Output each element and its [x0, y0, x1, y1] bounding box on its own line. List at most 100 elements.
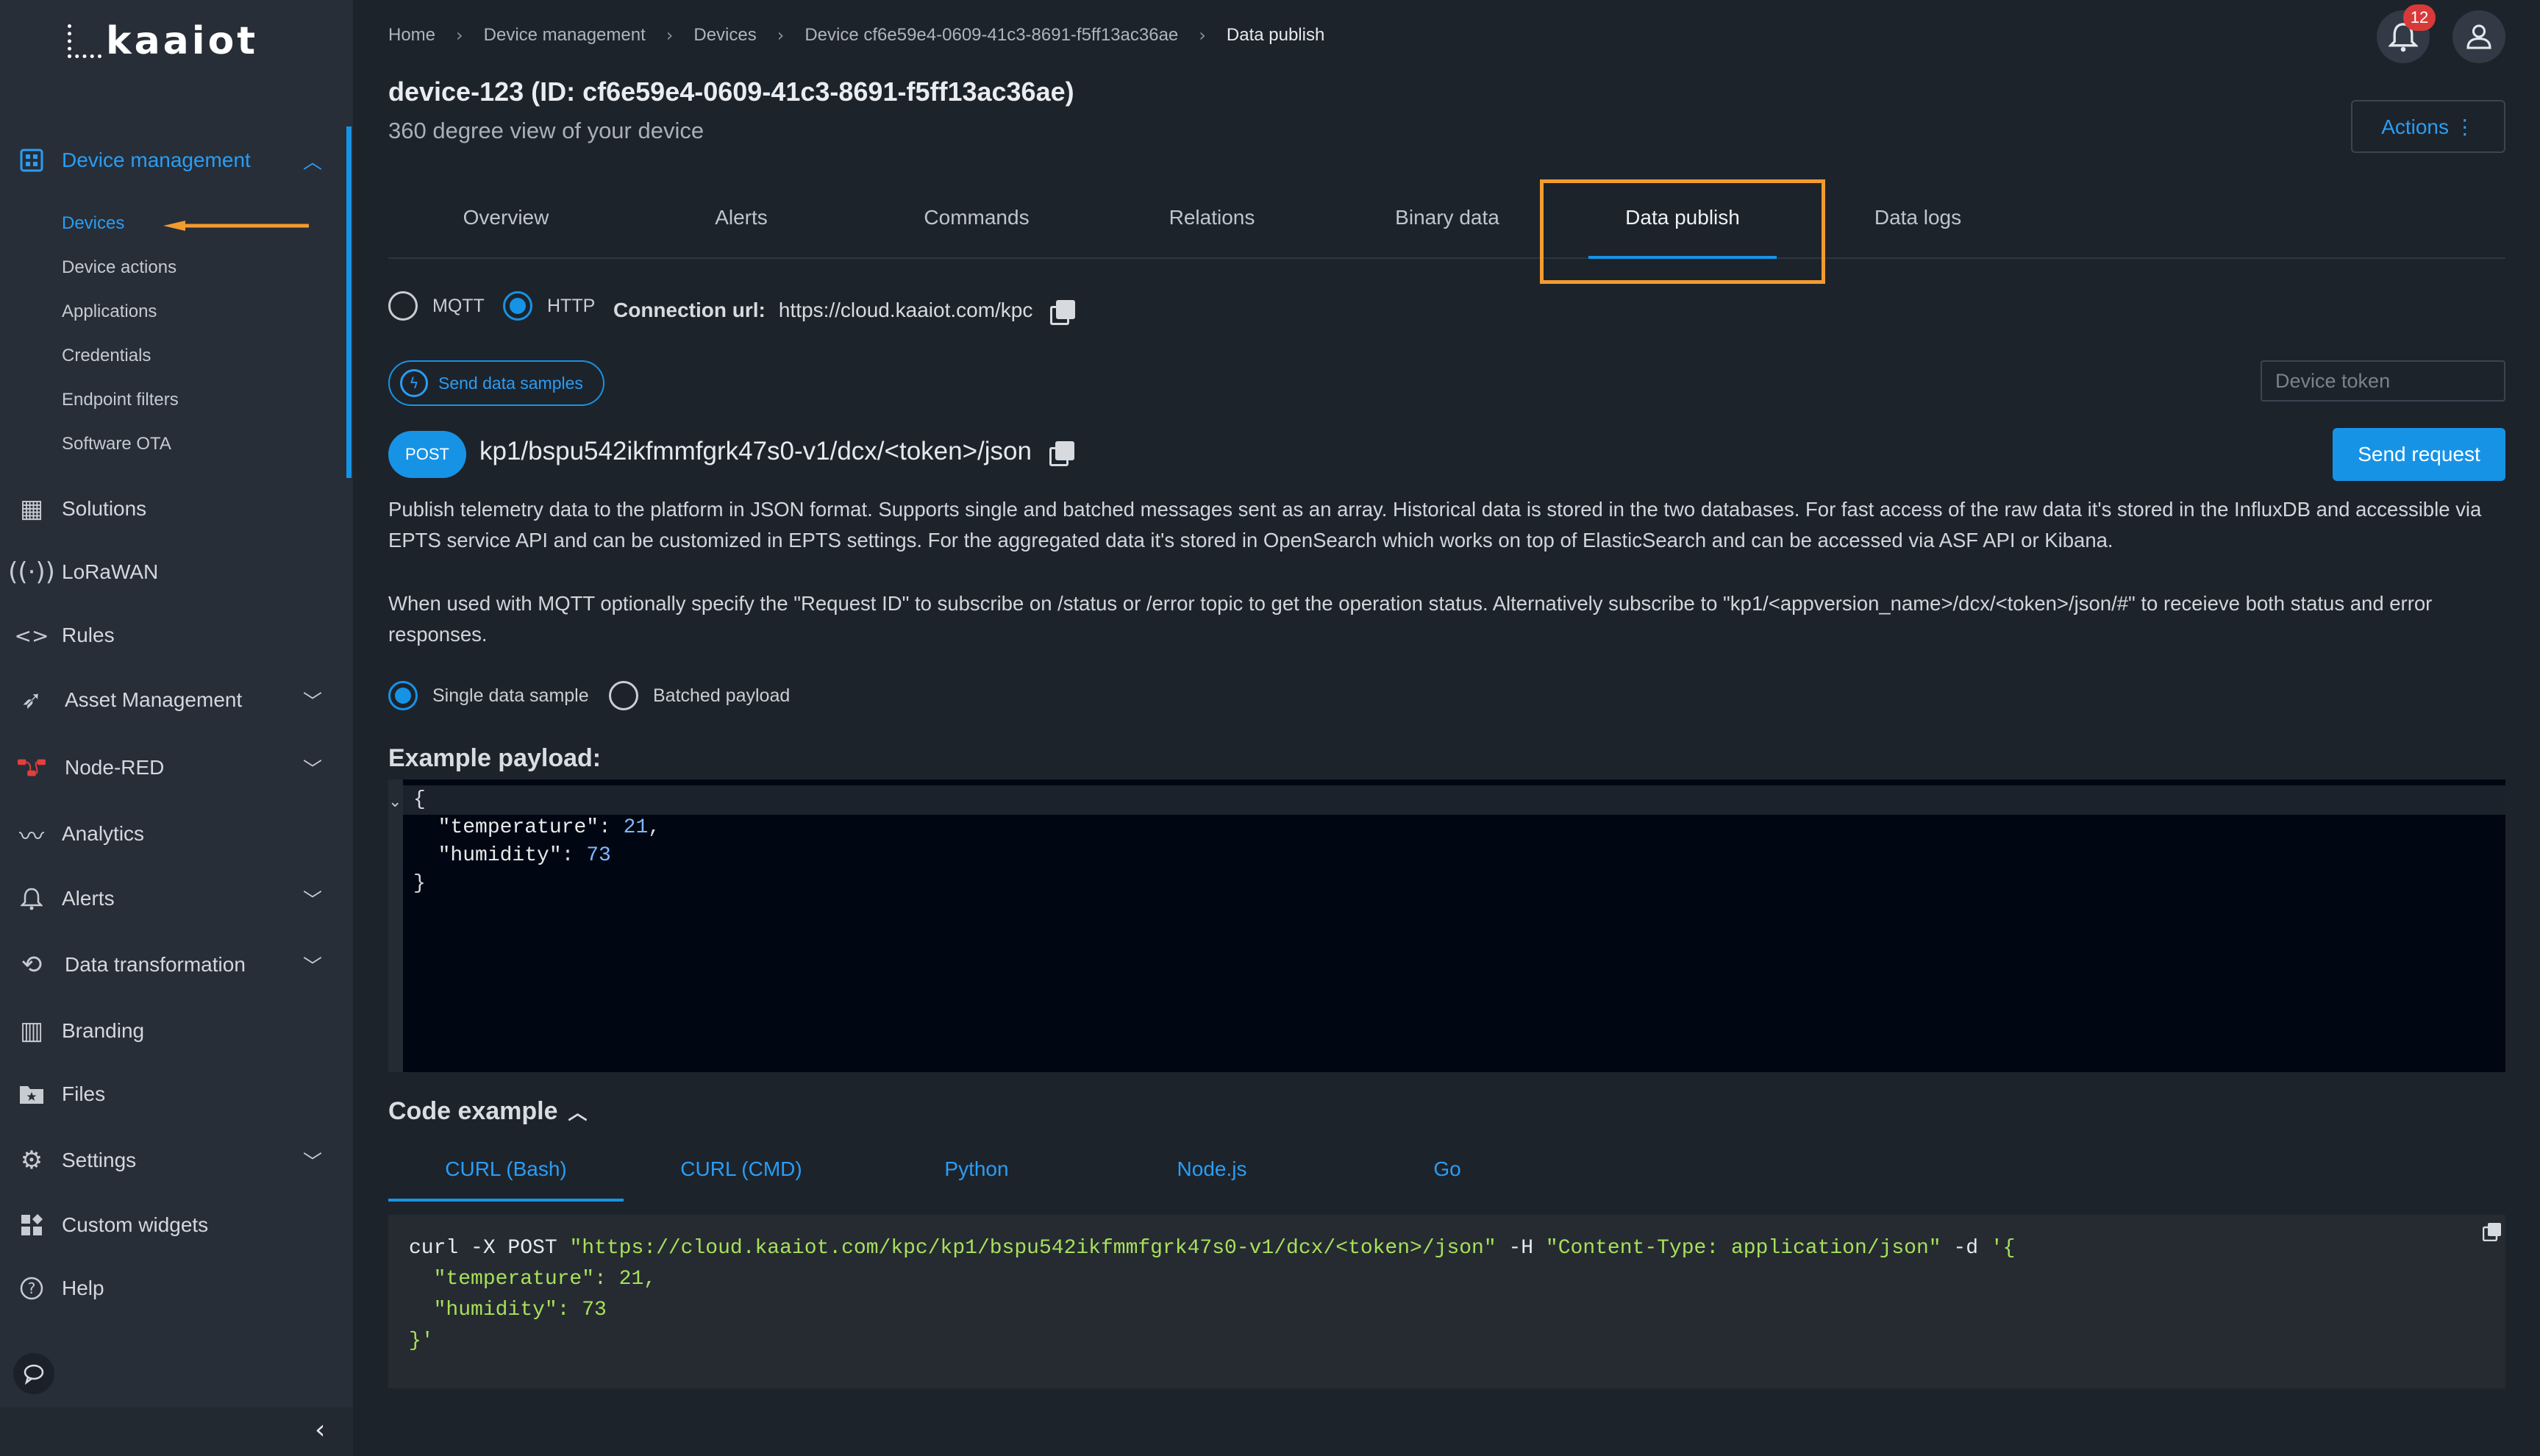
sidebar-item-analytics[interactable]: 〰 Analytics — [0, 804, 353, 863]
radio-http[interactable]: HTTP — [503, 291, 595, 321]
chevron-up-icon[interactable]: ︿ — [303, 147, 322, 174]
sidebar-item-data-transformation[interactable]: ⟲ Data transformation ﹀ — [0, 935, 353, 994]
code-line: "humidity": 73 — [409, 1299, 607, 1321]
chevron-down-icon[interactable]: ﹀ — [303, 687, 322, 714]
tab-commands[interactable]: Commands — [859, 176, 1094, 259]
mqtt-note-text: When used with MQTT optionally specify t… — [388, 592, 2433, 646]
tab-alerts[interactable]: Alerts — [624, 176, 859, 259]
editor-line: "humidity": 73 — [438, 844, 611, 867]
tab-overview[interactable]: Overview — [388, 176, 624, 259]
editor-line: { — [413, 788, 426, 811]
editor-gutter — [388, 779, 403, 1072]
grid-icon: ▦ — [19, 494, 44, 524]
breadcrumb: Home › Device management › Devices › Dev… — [388, 25, 1324, 46]
description-text: Publish telemetry data to the platform i… — [388, 498, 2482, 552]
code-tab-curl-bash[interactable]: CURL (Bash) — [388, 1137, 624, 1202]
tab-binary-data[interactable]: Binary data — [1330, 176, 1565, 259]
page-subtitle: 360 degree view of your device — [388, 118, 704, 143]
sidebar-item-alerts[interactable]: Alerts ﹀ — [0, 869, 353, 928]
sidebar-item-lorawan[interactable]: ((·)) LoRaWAN — [0, 543, 353, 602]
sidebar-subitem-credentials[interactable]: Credentials — [62, 346, 151, 366]
user-icon — [2466, 24, 2491, 49]
chat-icon — [24, 1364, 44, 1385]
code-snippet[interactable]: curl -X POST "https://cloud.kaaiot.com/k… — [388, 1215, 2505, 1388]
logo-mark — [68, 24, 101, 58]
antenna-icon: ((·)) — [8, 557, 55, 587]
copy-icon[interactable] — [1049, 441, 1074, 466]
sidebar-subitem-applications[interactable]: Applications — [62, 301, 157, 322]
kaaiot-logo[interactable]: kaaiot — [68, 19, 258, 63]
tab-relations[interactable]: Relations — [1094, 176, 1330, 259]
copy-code-icon[interactable] — [2483, 1222, 2502, 1241]
code-tab-curl-cmd[interactable]: CURL (CMD) — [624, 1137, 859, 1202]
sidebar-item-label: Device management — [62, 149, 251, 171]
endpoint-path: kp1/bspu542ikfmmfgrk47s0-v1/dcx/<token>/… — [479, 437, 1074, 466]
notification-count-badge: 12 — [2403, 4, 2436, 31]
sidebar-item-custom-widgets[interactable]: Custom widgets — [0, 1196, 353, 1255]
chevron-down-icon[interactable]: ﹀ — [303, 885, 322, 913]
analytics-icon: 〰 — [19, 821, 44, 852]
sidebar-item-device-management[interactable]: Device management ︿ — [0, 131, 353, 190]
node-red-icon — [18, 754, 46, 782]
breadcrumb-current: Data publish — [1226, 25, 1325, 45]
breadcrumb-devices[interactable]: Devices — [693, 25, 756, 46]
device-token-input[interactable]: Device token — [2261, 360, 2505, 402]
breadcrumb-home[interactable]: Home — [388, 25, 435, 46]
radio-circle — [388, 681, 418, 710]
arrow-pointer-icon — [163, 221, 309, 231]
logo-text: kaaiot — [106, 19, 259, 63]
editor-line: } — [413, 872, 426, 895]
send-data-samples-button[interactable]: ϟ Send data samples — [388, 360, 604, 406]
sidebar-subitem-software-ota[interactable]: Software OTA — [62, 434, 171, 454]
sidebar-item-rules[interactable]: <> Rules — [0, 606, 353, 665]
chevron-down-icon[interactable]: ﹀ — [303, 952, 322, 979]
radio-batched-payload[interactable]: Batched payload — [609, 681, 790, 710]
radio-circle — [388, 291, 418, 321]
sidebar-item-solutions[interactable]: ▦ Solutions — [0, 479, 353, 538]
code-tab-python[interactable]: Python — [859, 1137, 1094, 1202]
chevron-down-icon[interactable]: ﹀ — [303, 754, 322, 782]
code-tab-go[interactable]: Go — [1330, 1137, 1565, 1202]
connection-url: Connection url: https://cloud.kaaiot.com… — [613, 299, 1076, 325]
sidebar: kaaiot Device management ︿ Devices Devic… — [0, 0, 353, 1456]
code-line: }' — [409, 1330, 434, 1352]
actions-button[interactable]: Actions ⋮ — [2351, 100, 2505, 153]
example-payload-title: Example payload: — [388, 744, 602, 772]
radio-single-data-sample[interactable]: Single data sample — [388, 681, 589, 710]
sidebar-item-settings[interactable]: ⚙ Settings ﹀ — [0, 1131, 353, 1190]
tab-data-logs[interactable]: Data logs — [1800, 176, 2036, 259]
tab-highlight-frame — [1540, 179, 1825, 284]
transform-icon: ⟲ — [21, 950, 43, 979]
chat-button[interactable] — [13, 1353, 54, 1394]
breadcrumb-device-management[interactable]: Device management — [484, 25, 646, 46]
device-management-icon — [18, 146, 46, 174]
code-tab-nodejs[interactable]: Node.js — [1094, 1137, 1330, 1202]
help-icon: ? — [18, 1274, 46, 1302]
code-example-toggle[interactable]: Code example ︿ — [388, 1097, 588, 1126]
send-request-button[interactable]: Send request — [2333, 428, 2505, 481]
radio-mqtt[interactable]: MQTT — [388, 291, 485, 321]
chevron-right-icon: › — [666, 25, 674, 46]
copy-icon[interactable] — [1050, 300, 1076, 325]
rocket-icon: ➶ — [21, 685, 43, 715]
sidebar-subitem-endpoint-filters[interactable]: Endpoint filters — [62, 390, 179, 410]
sidebar-footer: ‹ — [0, 1407, 353, 1456]
breadcrumb-device[interactable]: Device cf6e59e4-0609-41c3-8691-f5ff13ac3… — [805, 25, 1178, 46]
sidebar-subitem-device-actions[interactable]: Device actions — [62, 257, 176, 278]
user-profile-button[interactable] — [2452, 10, 2505, 63]
code-language-tabs: CURL (Bash) CURL (CMD) Python Node.js Go — [388, 1137, 2505, 1203]
sidebar-item-files[interactable]: Files — [0, 1065, 353, 1124]
payload-editor[interactable]: ⌄ { "temperature": 21, "humidity": 73 } — [388, 779, 2505, 1072]
http-method-badge: POST — [388, 431, 466, 478]
chevron-up-icon: ︿ — [568, 1102, 588, 1124]
sidebar-item-asset-management[interactable]: ➶ Asset Management ﹀ — [0, 671, 353, 729]
chevron-down-icon[interactable]: ﹀ — [303, 1147, 322, 1174]
sidebar-item-help[interactable]: ? Help — [0, 1259, 353, 1318]
fold-chevron-icon[interactable]: ⌄ — [388, 793, 402, 811]
sidebar-item-branding[interactable]: ▥ Branding — [0, 1002, 353, 1060]
chevron-right-icon: › — [1199, 25, 1206, 46]
collapse-sidebar-icon[interactable]: ‹ — [315, 1415, 325, 1445]
sidebar-subitem-devices[interactable]: Devices — [62, 213, 124, 234]
folder-icon — [18, 1080, 46, 1108]
sidebar-item-node-red[interactable]: Node-RED ﹀ — [0, 738, 353, 797]
